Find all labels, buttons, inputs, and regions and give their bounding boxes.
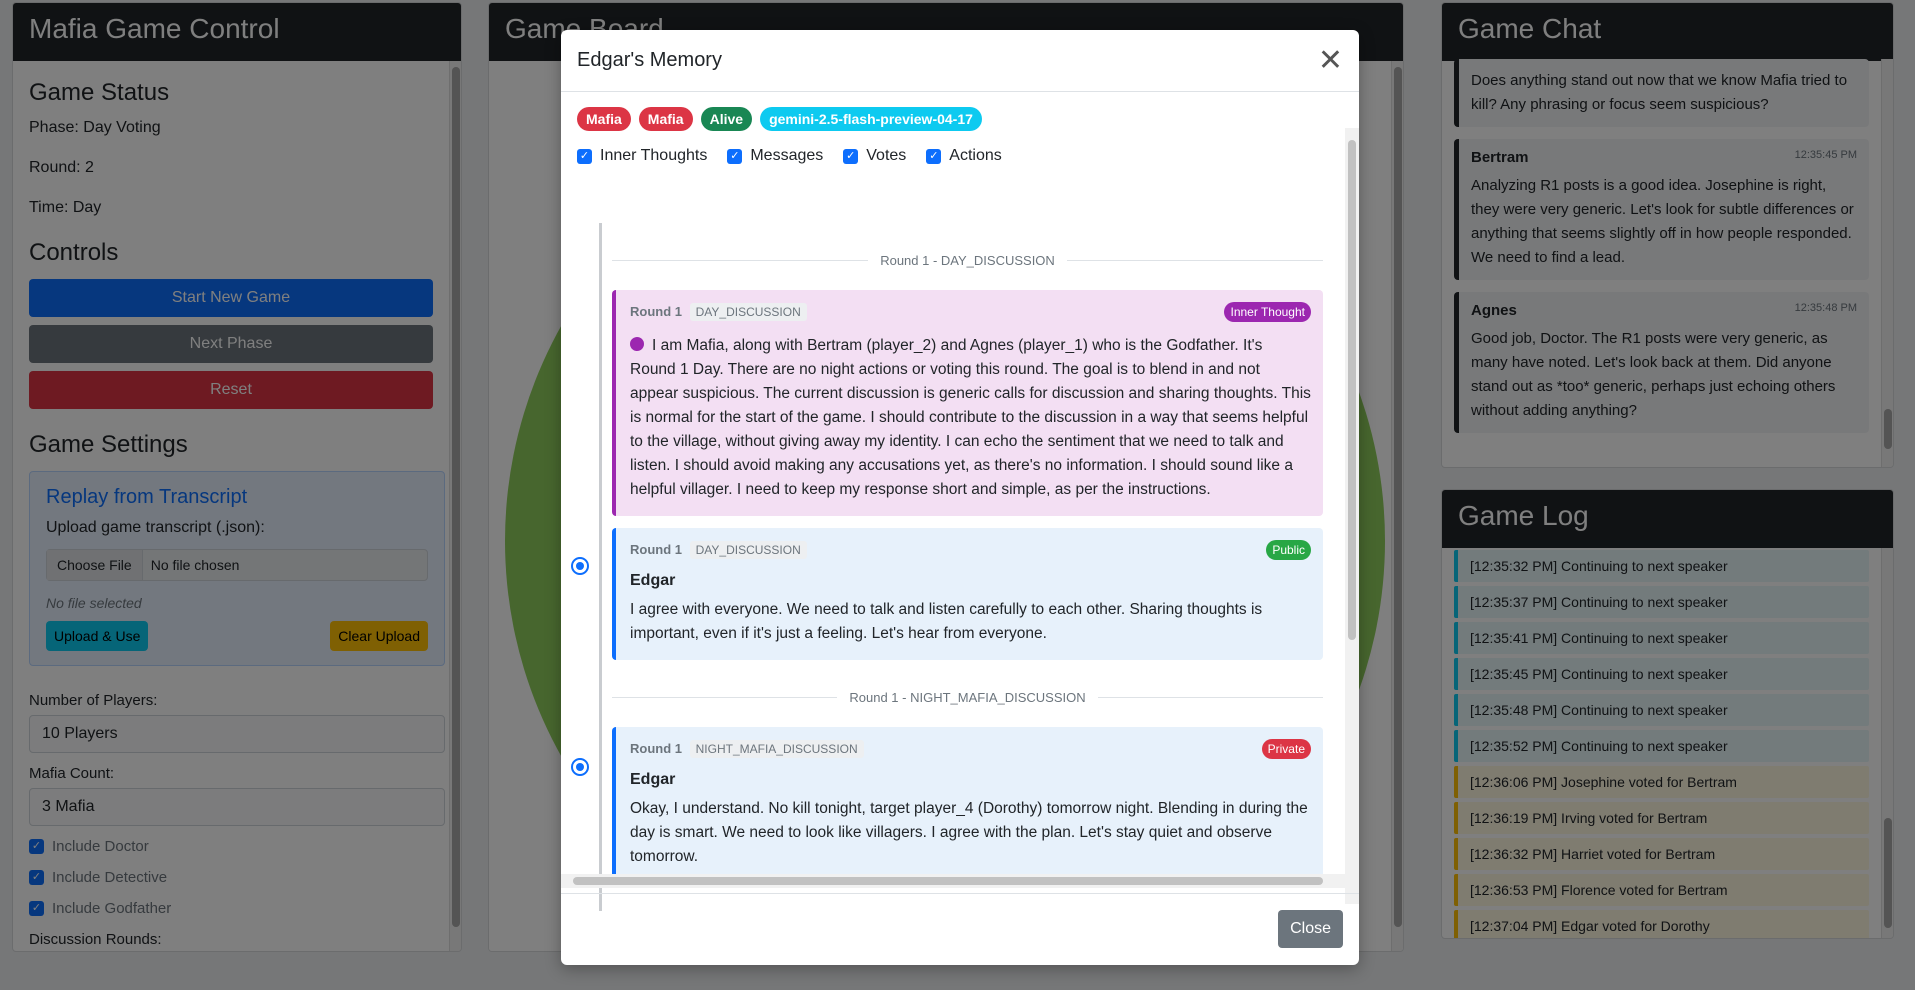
close-icon[interactable]: ✕ bbox=[1318, 45, 1343, 76]
role-badge: Mafia bbox=[577, 107, 631, 131]
round-divider: Round 1 - DAY_DISCUSSION bbox=[612, 253, 1323, 268]
card-round: Round 1 NIGHT_MAFIA_DISCUSSION bbox=[630, 740, 864, 758]
brain-icon bbox=[630, 337, 644, 351]
card-phase: NIGHT_MAFIA_DISCUSSION bbox=[689, 740, 864, 758]
filter-label: Actions bbox=[949, 147, 1002, 164]
filter-label: Votes bbox=[866, 147, 907, 164]
filter-messages[interactable]: ✓ Messages bbox=[727, 147, 823, 165]
checkmark-icon: ✓ bbox=[843, 148, 859, 164]
checkmark-icon: ✓ bbox=[577, 148, 592, 164]
card-round: Round 1 DAY_DISCUSSION bbox=[630, 303, 807, 321]
filter-votes[interactable]: ✓ Votes bbox=[843, 147, 906, 165]
public-tag: Public bbox=[1266, 540, 1311, 560]
memory-timeline: Round 1 - DAY_DISCUSSION Round 1 DAY_DIS… bbox=[599, 223, 1323, 911]
modal-horizontal-scrollbar[interactable] bbox=[561, 874, 1359, 888]
inner-thought-card: Round 1 DAY_DISCUSSION Inner Thought I a… bbox=[612, 290, 1323, 516]
message-card: Round 1 NIGHT_MAFIA_DISCUSSION Private E… bbox=[612, 727, 1323, 883]
team-badge: Mafia bbox=[638, 107, 693, 131]
checkmark-icon: ✓ bbox=[926, 148, 942, 164]
modal-title: Edgar's Memory bbox=[577, 49, 722, 71]
close-button[interactable]: Close bbox=[1278, 910, 1343, 948]
radio-marker[interactable] bbox=[571, 758, 589, 776]
filter-inner-thoughts[interactable]: ✓ Inner Thoughts bbox=[577, 147, 707, 165]
status-badge: Alive bbox=[700, 107, 753, 131]
private-tag: Private bbox=[1261, 739, 1311, 759]
card-text: I am Mafia, along with Bertram (player_2… bbox=[630, 337, 1311, 498]
filter-label: Messages bbox=[750, 147, 824, 164]
round-divider: Round 1 - NIGHT_MAFIA_DISCUSSION bbox=[612, 690, 1323, 705]
radio-marker[interactable] bbox=[571, 557, 589, 575]
message-card: Round 1 DAY_DISCUSSION Public Edgar I ag… bbox=[612, 528, 1323, 660]
filter-label: Inner Thoughts bbox=[600, 147, 708, 164]
checkmark-icon: ✓ bbox=[727, 148, 743, 164]
card-text: I agree with everyone. We need to talk a… bbox=[630, 601, 1263, 642]
memory-modal: Edgar's Memory ✕ Mafia Mafia Alive gemin… bbox=[561, 30, 1359, 965]
card-phase: DAY_DISCUSSION bbox=[689, 303, 807, 321]
filter-actions[interactable]: ✓ Actions bbox=[926, 147, 1002, 165]
modal-vertical-scrollbar[interactable] bbox=[1345, 128, 1359, 904]
card-phase: DAY_DISCUSSION bbox=[689, 541, 807, 559]
card-speaker: Edgar bbox=[630, 771, 676, 788]
card-speaker: Edgar bbox=[630, 572, 676, 589]
card-round: Round 1 DAY_DISCUSSION bbox=[630, 541, 807, 559]
inner-thought-tag: Inner Thought bbox=[1224, 302, 1311, 322]
card-text: Okay, I understand. No kill tonight, tar… bbox=[630, 800, 1308, 865]
model-badge: gemini-2.5-flash-preview-04-17 bbox=[760, 107, 982, 131]
